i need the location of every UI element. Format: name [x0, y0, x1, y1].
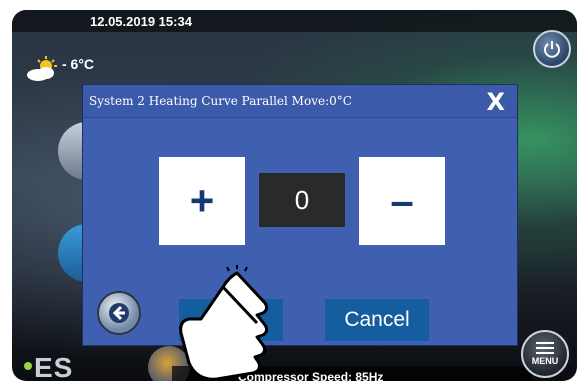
outdoor-temperature: - 6°C: [62, 56, 95, 72]
date-time: 12.05.2019 15:34: [90, 14, 192, 29]
menu-label: MENU: [531, 356, 559, 366]
status-dot: [24, 362, 32, 370]
dialog-header: System 2 Heating Curve Parallel Move:0°C…: [83, 85, 517, 118]
hamburger-icon: [536, 342, 554, 354]
increase-button[interactable]: +: [159, 157, 245, 245]
decrease-button[interactable]: –: [359, 157, 445, 245]
power-icon: [544, 41, 560, 58]
es-logo: ES: [34, 352, 74, 381]
tap-hand-icon: [179, 265, 269, 381]
close-button[interactable]: X: [486, 88, 505, 116]
menu-button[interactable]: MENU: [521, 330, 569, 378]
dialog-title: System 2 Heating Curve Parallel Move:0°C: [89, 94, 352, 108]
partly-sunny-icon: [27, 56, 57, 81]
heating-curve-dialog: System 2 Heating Curve Parallel Move:0°C…: [82, 84, 518, 381]
power-button[interactable]: [533, 30, 571, 68]
value-display: 0: [259, 173, 345, 227]
back-button[interactable]: [97, 291, 141, 335]
arrow-left-icon: [109, 303, 129, 323]
cancel-button[interactable]: Cancel: [325, 299, 429, 341]
